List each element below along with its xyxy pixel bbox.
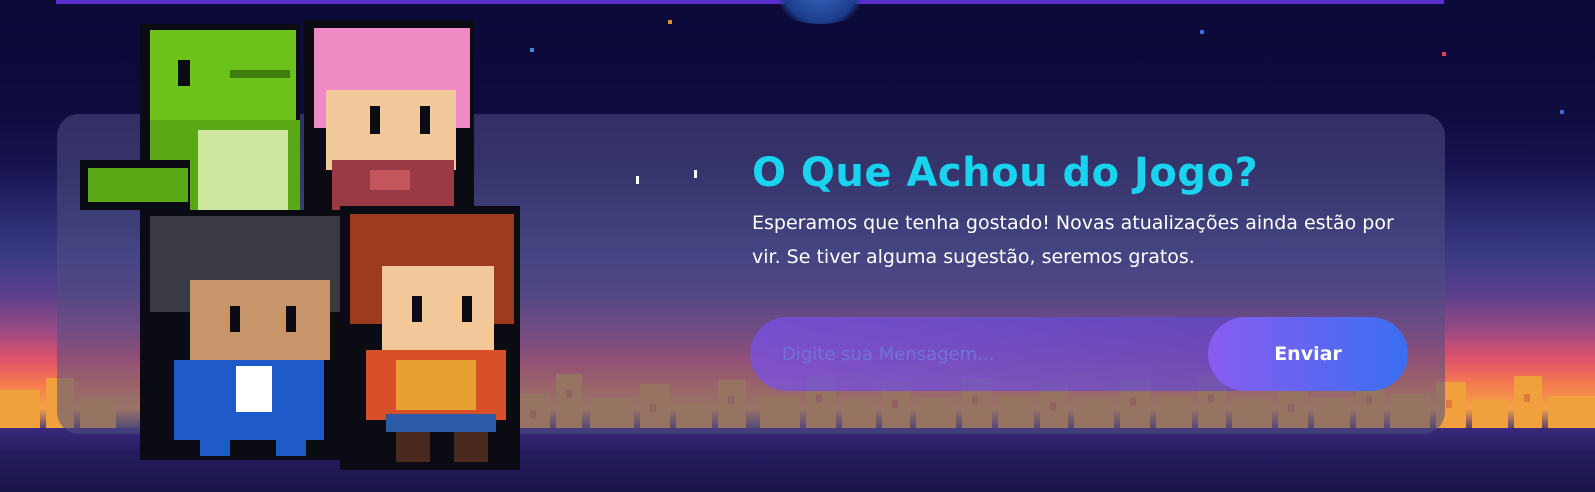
star-decoration (1200, 30, 1204, 34)
pixel-characters-illustration (80, 20, 520, 470)
feedback-description: Esperamos que tenha gostado! Novas atual… (752, 212, 1394, 268)
feedback-form: Enviar (750, 317, 1408, 391)
feedback-title: O Que Achou do Jogo? (752, 150, 1259, 196)
green-dinosaur-icon (80, 24, 300, 224)
star-decoration (1442, 52, 1446, 56)
message-input[interactable] (750, 317, 1270, 391)
dark-haired-boy-icon (140, 210, 360, 460)
star-decoration (1560, 110, 1564, 114)
red-haired-girl-icon (340, 206, 520, 470)
sparkle-decoration (636, 170, 697, 184)
feedback-content: O Que Achou do Jogo? Esperamos que tenha… (752, 150, 1412, 274)
star-decoration (668, 20, 672, 24)
top-accent-line (56, 0, 1444, 4)
pink-haired-character-icon (304, 20, 474, 230)
planet-decoration (770, 0, 870, 24)
send-button[interactable]: Enviar (1208, 317, 1408, 391)
